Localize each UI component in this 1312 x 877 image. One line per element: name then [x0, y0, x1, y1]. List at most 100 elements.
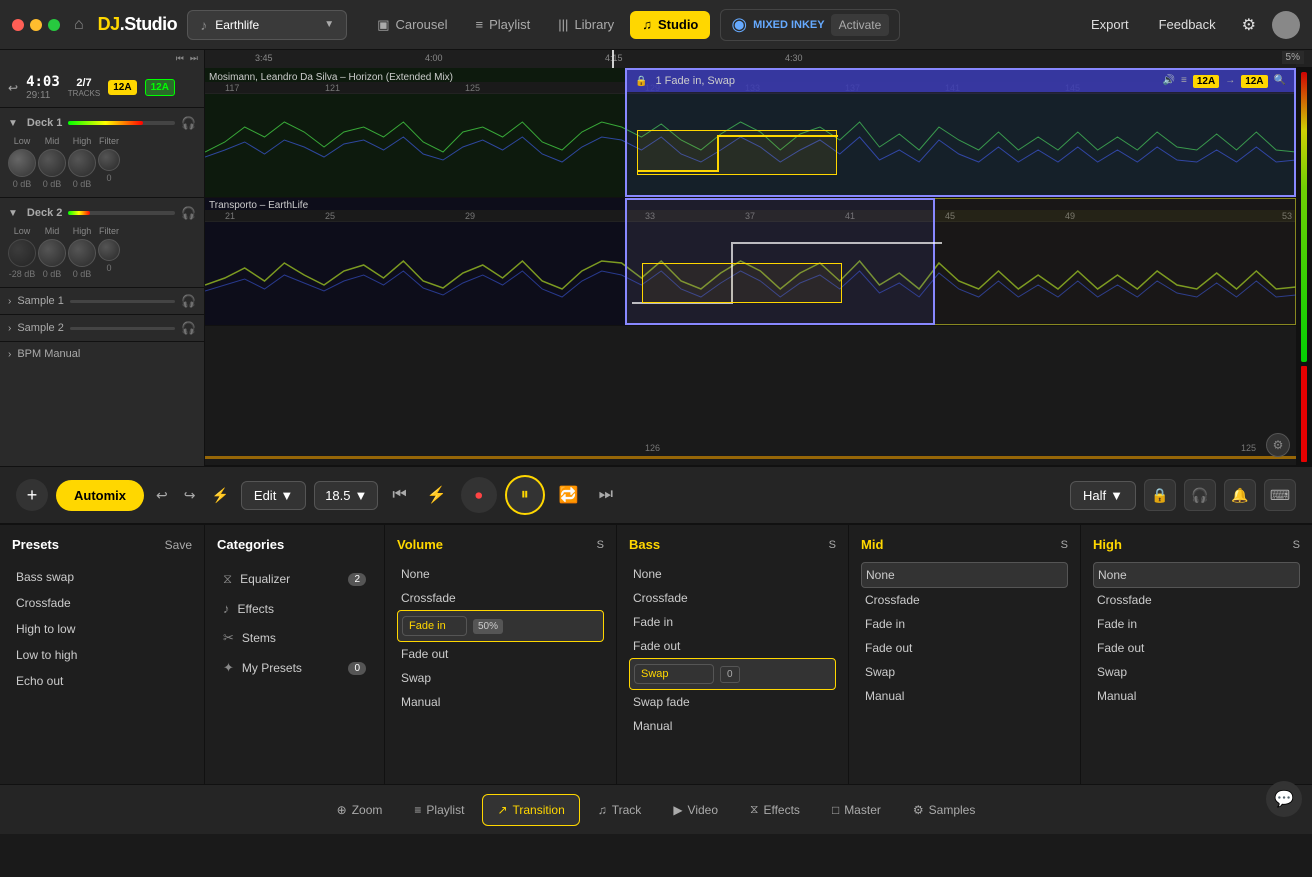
mid-swap[interactable]: Swap [861, 660, 1068, 684]
project-dropdown[interactable]: ♪ Earthlife ▼ [187, 10, 347, 40]
category-my-presets[interactable]: ✦ My Presets 0 [217, 653, 372, 683]
volume-fade-in[interactable]: 50% [397, 610, 604, 642]
volume-fade-out[interactable]: Fade out [397, 642, 604, 666]
volume-s-badge[interactable]: S [597, 539, 604, 551]
cue-button[interactable]: ⚡ [421, 481, 453, 509]
merge-button[interactable]: ⚡ [207, 483, 232, 508]
deck2-filter-knob[interactable] [98, 239, 120, 261]
speaker-icon[interactable]: 🔊 [1163, 75, 1175, 88]
bass-swap[interactable]: 0 [629, 658, 836, 690]
sample2-volume-slider[interactable] [70, 327, 175, 330]
skip-forward-button[interactable]: ⏭ [593, 482, 619, 508]
settings-button[interactable]: ⚙ [1236, 9, 1262, 41]
volume-fade-in-input[interactable] [402, 616, 467, 636]
undo-button[interactable]: ↩ [152, 483, 172, 508]
nav-playlist-bottom[interactable]: ≡ Playlist [400, 795, 478, 825]
home-button[interactable]: ⌂ [70, 12, 88, 38]
bass-swap-input[interactable] [634, 664, 714, 684]
deck1-mid-knob[interactable] [38, 149, 66, 177]
volume-crossfade[interactable]: Crossfade [397, 586, 604, 610]
pause-button[interactable]: ⏸ [505, 475, 545, 515]
minimize-button[interactable] [30, 19, 42, 31]
deck1-high-knob[interactable] [68, 149, 96, 177]
category-stems[interactable]: ✂ Stems [217, 623, 372, 653]
search-transition-icon[interactable]: 🔍 [1274, 75, 1286, 88]
high-swap[interactable]: Swap [1093, 660, 1300, 684]
back-icon[interactable]: ⏮ [176, 53, 184, 64]
deck2-low-knob[interactable] [8, 239, 36, 267]
skip-back-button[interactable]: ⏮ [386, 482, 412, 508]
bass-swap-fade[interactable]: Swap fade [629, 690, 836, 714]
loop-button[interactable]: 🔁 [553, 481, 585, 509]
menu-icon[interactable]: ≡ [1181, 75, 1187, 88]
deck1-expand-icon[interactable]: ▼ [8, 118, 18, 129]
sample1-volume-slider[interactable] [70, 300, 175, 303]
edit-dropdown[interactable]: Edit ▼ [241, 481, 306, 510]
nav-playlist[interactable]: ≡ Playlist [464, 11, 543, 39]
user-avatar[interactable] [1272, 11, 1300, 39]
redo-button[interactable]: ↪ [180, 483, 200, 508]
sample2-expand-icon[interactable]: › [8, 323, 11, 334]
automix-button[interactable]: Automix [56, 480, 144, 511]
sample2-headphone-icon[interactable]: 🎧 [181, 321, 196, 335]
high-fade-out[interactable]: Fade out [1093, 636, 1300, 660]
high-crossfade[interactable]: Crossfade [1093, 588, 1300, 612]
high-s-badge[interactable]: S [1293, 539, 1300, 551]
add-button[interactable]: + [16, 479, 48, 511]
export-button[interactable]: Export [1081, 11, 1139, 38]
deck1-low-knob[interactable] [8, 149, 36, 177]
mid-fade-out[interactable]: Fade out [861, 636, 1068, 660]
nav-transition[interactable]: ↗ Transition [482, 794, 579, 826]
nav-track[interactable]: ♫ Track [584, 795, 656, 825]
bpm-expand-icon[interactable]: › [8, 349, 11, 360]
volume-swap[interactable]: Swap [397, 666, 604, 690]
bass-manual[interactable]: Manual [629, 714, 836, 738]
headphones-button[interactable]: 🎧 [1184, 479, 1216, 511]
save-preset-button[interactable]: Save [165, 538, 192, 552]
preset-crossfade[interactable]: Crossfade [12, 590, 192, 616]
nav-zoom[interactable]: ⊕ Zoom [323, 795, 397, 825]
category-equalizer[interactable]: ⧖ Equalizer 2 [217, 564, 372, 594]
bass-crossfade[interactable]: Crossfade [629, 586, 836, 610]
activate-button[interactable]: Activate [831, 14, 890, 36]
mid-crossfade[interactable]: Crossfade [861, 588, 1068, 612]
lock-button[interactable]: 🔒 [1144, 479, 1176, 511]
mid-none[interactable]: None [861, 562, 1068, 588]
close-button[interactable] [12, 19, 24, 31]
volume-none[interactable]: None [397, 562, 604, 586]
sample1-expand-icon[interactable]: › [8, 296, 11, 307]
deck1-headphone-icon[interactable]: 🎧 [181, 116, 196, 130]
bass-fade-in[interactable]: Fade in [629, 610, 836, 634]
bell-button[interactable]: 🔔 [1224, 479, 1256, 511]
half-dropdown[interactable]: Half ▼ [1070, 481, 1136, 510]
nav-library[interactable]: ||| Library [546, 11, 626, 39]
high-fade-in[interactable]: Fade in [1093, 612, 1300, 636]
deck2-headphone-icon[interactable]: 🎧 [181, 206, 196, 220]
nav-studio[interactable]: ♫ Studio [630, 11, 710, 39]
nav-video[interactable]: ▶ Video [659, 795, 732, 825]
feedback-button[interactable]: Feedback [1149, 11, 1226, 38]
deck1-volume-slider[interactable] [68, 121, 175, 125]
bass-fade-out[interactable]: Fade out [629, 634, 836, 658]
bass-s-badge[interactable]: S [829, 539, 836, 551]
nav-master[interactable]: □ Master [818, 795, 895, 825]
deck2-expand-icon[interactable]: ▼ [8, 208, 18, 219]
bass-none[interactable]: None [629, 562, 836, 586]
deck2-volume-slider[interactable] [68, 211, 175, 215]
deck2-mid-knob[interactable] [38, 239, 66, 267]
sample1-headphone-icon[interactable]: 🎧 [181, 294, 196, 308]
record-button[interactable]: ⏺ [461, 477, 497, 513]
volume-manual[interactable]: Manual [397, 690, 604, 714]
maximize-button[interactable] [48, 19, 60, 31]
back-track-icon[interactable]: ↩ [8, 81, 18, 95]
nav-samples[interactable]: ⚙ Samples [899, 795, 989, 825]
mid-manual[interactable]: Manual [861, 684, 1068, 708]
nav-effects[interactable]: ⧖ Effects [736, 794, 814, 825]
bpm-dropdown[interactable]: 18.5 ▼ [314, 481, 378, 510]
high-manual[interactable]: Manual [1093, 684, 1300, 708]
deck1-filter-knob[interactable] [98, 149, 120, 171]
mid-s-badge[interactable]: S [1061, 539, 1068, 551]
preset-bass-swap[interactable]: Bass swap [12, 564, 192, 590]
preset-low-to-high[interactable]: Low to high [12, 642, 192, 668]
deck2-high-knob[interactable] [68, 239, 96, 267]
